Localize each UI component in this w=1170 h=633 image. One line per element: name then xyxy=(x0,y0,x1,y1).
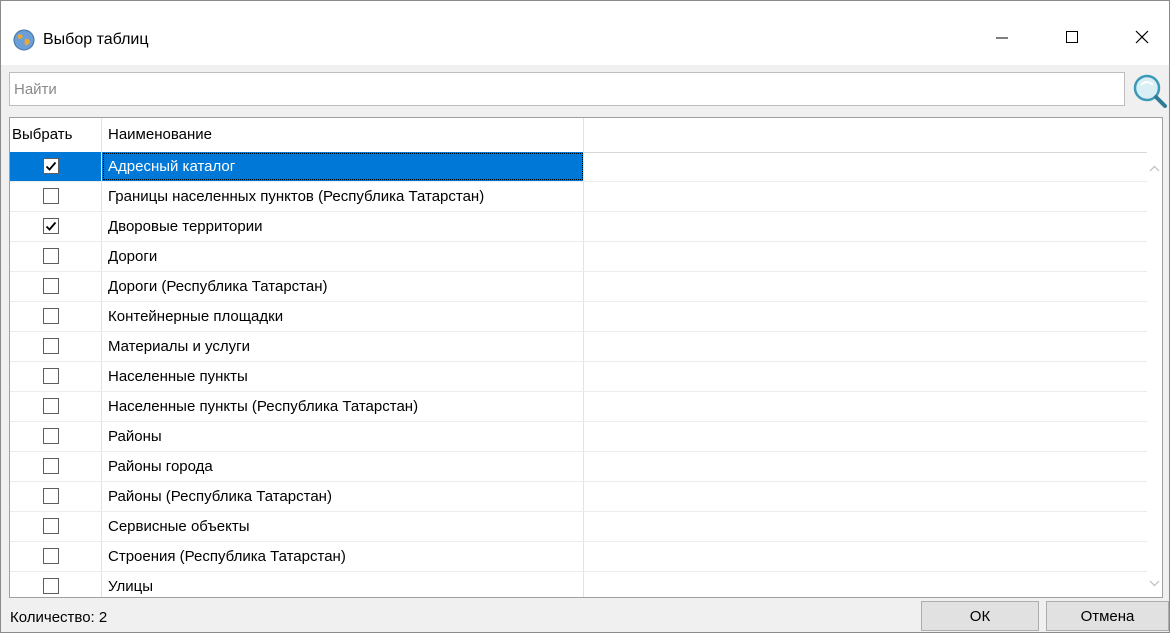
select-checkbox[interactable] xyxy=(43,578,59,594)
checkmark-icon xyxy=(45,221,57,231)
select-cell xyxy=(10,152,102,181)
maximize-button[interactable] xyxy=(1049,17,1095,61)
column-header-name[interactable]: Наименование xyxy=(102,118,584,152)
select-checkbox[interactable] xyxy=(43,398,59,414)
table-row[interactable]: Контейнерные площадки xyxy=(10,302,1147,332)
select-cell xyxy=(10,452,102,481)
grid-rows: Адресный каталог Границы населенных пункт… xyxy=(10,152,1147,597)
table-name-cell[interactable]: Строения (Республика Татарстан) xyxy=(102,542,584,571)
select-checkbox[interactable] xyxy=(43,548,59,564)
maximize-icon xyxy=(1064,29,1080,49)
vertical-scrollbar[interactable] xyxy=(1147,152,1162,597)
select-checkbox[interactable] xyxy=(43,188,59,204)
search-button[interactable] xyxy=(1129,71,1169,109)
select-checkbox[interactable] xyxy=(43,248,59,264)
select-cell xyxy=(10,332,102,361)
table-name-cell[interactable]: Районы xyxy=(102,422,584,451)
table-name-cell[interactable]: Адресный каталог xyxy=(102,152,584,181)
table-name-cell[interactable]: Сервисные объекты xyxy=(102,512,584,541)
select-cell xyxy=(10,512,102,541)
select-cell xyxy=(10,392,102,421)
scroll-up-icon[interactable] xyxy=(1149,160,1160,177)
title-bar[interactable]: Выбор таблиц xyxy=(1,1,1169,65)
checkmark-icon xyxy=(45,161,57,171)
select-checkbox[interactable] xyxy=(43,428,59,444)
status-bar: Количество: 2 ОК Отмена xyxy=(1,601,1169,632)
select-cell xyxy=(10,482,102,511)
select-checkbox[interactable] xyxy=(43,308,59,324)
select-checkbox[interactable] xyxy=(43,278,59,294)
select-checkbox[interactable] xyxy=(43,488,59,504)
table-row[interactable]: Населенные пункты xyxy=(10,362,1147,392)
select-checkbox[interactable] xyxy=(43,338,59,354)
select-cell xyxy=(10,542,102,571)
table-row[interactable]: Районы (Республика Татарстан) xyxy=(10,482,1147,512)
select-cell xyxy=(10,302,102,331)
table-row[interactable]: Населенные пункты (Республика Татарстан) xyxy=(10,392,1147,422)
table-row[interactable]: Районы xyxy=(10,422,1147,452)
selected-count: Количество: 2 xyxy=(10,609,108,626)
window-title: Выбор таблиц xyxy=(43,31,149,48)
scroll-down-icon[interactable] xyxy=(1149,574,1160,591)
table-row[interactable]: Границы населенных пунктов (Республика Т… xyxy=(10,182,1147,212)
select-checkbox[interactable] xyxy=(43,158,59,174)
column-header-select[interactable]: Выбрать xyxy=(10,118,102,152)
table-name-cell[interactable]: Районы города xyxy=(102,452,584,481)
table-row[interactable]: Адресный каталог xyxy=(10,152,1147,182)
table-name-cell[interactable]: Контейнерные площадки xyxy=(102,302,584,331)
table-row[interactable]: Улицы xyxy=(10,572,1147,597)
search-input[interactable] xyxy=(9,72,1125,106)
select-cell xyxy=(10,272,102,301)
tables-grid: Выбрать Наименование Адресный каталог Гра… xyxy=(9,117,1163,598)
table-name-cell[interactable]: Дороги xyxy=(102,242,584,271)
table-name-cell[interactable]: Дороги (Республика Татарстан) xyxy=(102,272,584,301)
table-row[interactable]: Сервисные объекты xyxy=(10,512,1147,542)
select-cell xyxy=(10,212,102,241)
select-cell xyxy=(10,242,102,271)
grid-header: Выбрать Наименование xyxy=(10,118,1162,153)
close-button[interactable] xyxy=(1119,17,1165,61)
table-row[interactable]: Районы города xyxy=(10,452,1147,482)
cancel-button[interactable]: Отмена xyxy=(1046,601,1169,631)
table-name-cell[interactable]: Районы (Республика Татарстан) xyxy=(102,482,584,511)
table-row[interactable]: Дороги (Республика Татарстан) xyxy=(10,272,1147,302)
select-cell xyxy=(10,362,102,391)
table-name-cell[interactable]: Населенные пункты xyxy=(102,362,584,391)
dialog-window: Выбор таблиц Найти Выбрать Наименование … xyxy=(0,0,1170,633)
minimize-icon xyxy=(994,29,1010,49)
table-row[interactable]: Дворовые территории xyxy=(10,212,1147,242)
search-icon xyxy=(1129,74,1169,113)
table-name-cell[interactable]: Границы населенных пунктов (Республика Т… xyxy=(102,182,584,211)
table-name-cell[interactable]: Населенные пункты (Республика Татарстан) xyxy=(102,392,584,421)
select-cell xyxy=(10,572,102,597)
table-row[interactable]: Материалы и услуги xyxy=(10,332,1147,362)
table-row[interactable]: Строения (Республика Татарстан) xyxy=(10,542,1147,572)
minimize-button[interactable] xyxy=(979,17,1025,61)
globe-icon xyxy=(13,29,35,51)
select-cell xyxy=(10,422,102,451)
table-row[interactable]: Дороги xyxy=(10,242,1147,272)
search-bar xyxy=(1,67,1169,113)
select-checkbox[interactable] xyxy=(43,518,59,534)
select-checkbox[interactable] xyxy=(43,368,59,384)
ok-button[interactable]: ОК xyxy=(921,601,1039,631)
table-name-cell[interactable]: Дворовые территории xyxy=(102,212,584,241)
select-cell xyxy=(10,182,102,211)
table-name-cell[interactable]: Материалы и услуги xyxy=(102,332,584,361)
select-checkbox[interactable] xyxy=(43,218,59,234)
table-name-cell[interactable]: Улицы xyxy=(102,572,584,597)
select-checkbox[interactable] xyxy=(43,458,59,474)
close-icon xyxy=(1134,29,1150,49)
